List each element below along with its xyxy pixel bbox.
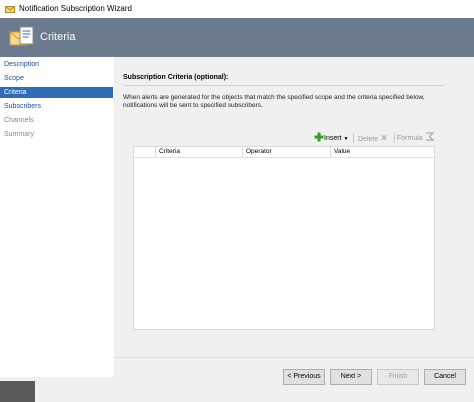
criteria-grid[interactable]: Criteria Operator Value	[133, 146, 435, 330]
nav-item-scope[interactable]: Scope	[0, 73, 113, 84]
nav-item-description[interactable]: Description	[0, 59, 113, 70]
column-header-criteria[interactable]: Criteria	[155, 147, 242, 157]
nav-item-channels: Channels	[4, 117, 34, 124]
window-title: Notification Subscription Wizard	[19, 4, 132, 13]
wizard-navigation: Description Scope Criteria Subscribers C…	[0, 57, 114, 377]
envelope-check-icon	[5, 6, 15, 13]
column-header-value[interactable]: Value	[330, 147, 434, 157]
corner-overlay	[0, 381, 35, 402]
nav-item-criteria[interactable]: Criteria	[0, 87, 113, 98]
main-panel: Subscription Criteria (optional): When a…	[114, 57, 474, 357]
plus-icon	[314, 132, 324, 142]
cancel-button[interactable]: Cancel	[424, 369, 466, 385]
formula-button[interactable]: Formula	[397, 132, 434, 144]
nav-item-summary: Summary	[4, 131, 34, 138]
insert-label: Insert	[324, 135, 342, 142]
window-title-bar: Notification Subscription Wizard	[0, 0, 474, 18]
formula-icon	[425, 132, 434, 141]
nav-item-subscribers[interactable]: Subscribers	[0, 101, 113, 112]
grid-header-row: Criteria Operator Value	[134, 147, 434, 158]
section-title: Subscription Criteria (optional):	[123, 74, 229, 81]
delete-label: Delete	[358, 136, 379, 143]
finish-button: Finish	[377, 369, 419, 385]
toolbar-separator	[353, 133, 354, 143]
page-title: Criteria	[40, 31, 76, 43]
criteria-toolbar: Insert ▼ Delete ✕ Formula	[314, 132, 438, 144]
delete-x-icon: ✕	[380, 133, 388, 143]
formula-label: Formula	[397, 135, 423, 142]
column-header-selector[interactable]	[134, 147, 155, 157]
column-header-operator[interactable]: Operator	[242, 147, 330, 157]
insert-button[interactable]: Insert ▼	[314, 132, 348, 144]
previous-button[interactable]: < Previous	[283, 369, 325, 385]
toolbar-separator	[394, 133, 395, 143]
next-button[interactable]: Next >	[330, 369, 372, 385]
section-description: When alerts are generated for the object…	[123, 94, 425, 109]
wizard-header: Criteria	[0, 18, 474, 57]
dropdown-arrow-icon: ▼	[343, 136, 349, 142]
delete-button[interactable]: Delete ✕	[358, 132, 388, 144]
section-divider	[123, 85, 445, 86]
wizard-footer: < Previous Next > Finish Cancel	[114, 357, 474, 402]
envelope-document-icon	[9, 26, 34, 46]
